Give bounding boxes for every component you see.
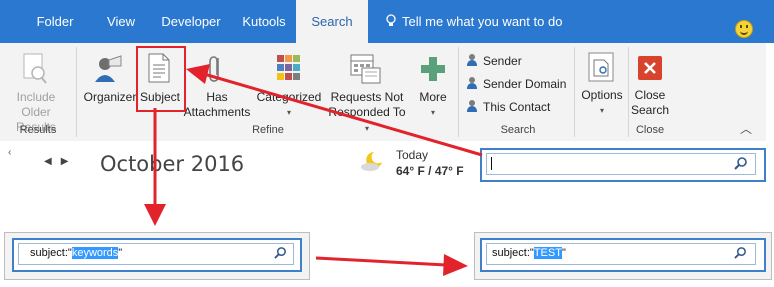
arrow-left-to-right bbox=[315, 256, 447, 267]
arrow-head-right bbox=[443, 254, 468, 276]
arrow-head-down bbox=[144, 204, 166, 226]
annotation-arrows bbox=[144, 64, 483, 276]
arrow-search-to-subject bbox=[203, 72, 483, 157]
arrow-head-subject bbox=[186, 64, 210, 84]
